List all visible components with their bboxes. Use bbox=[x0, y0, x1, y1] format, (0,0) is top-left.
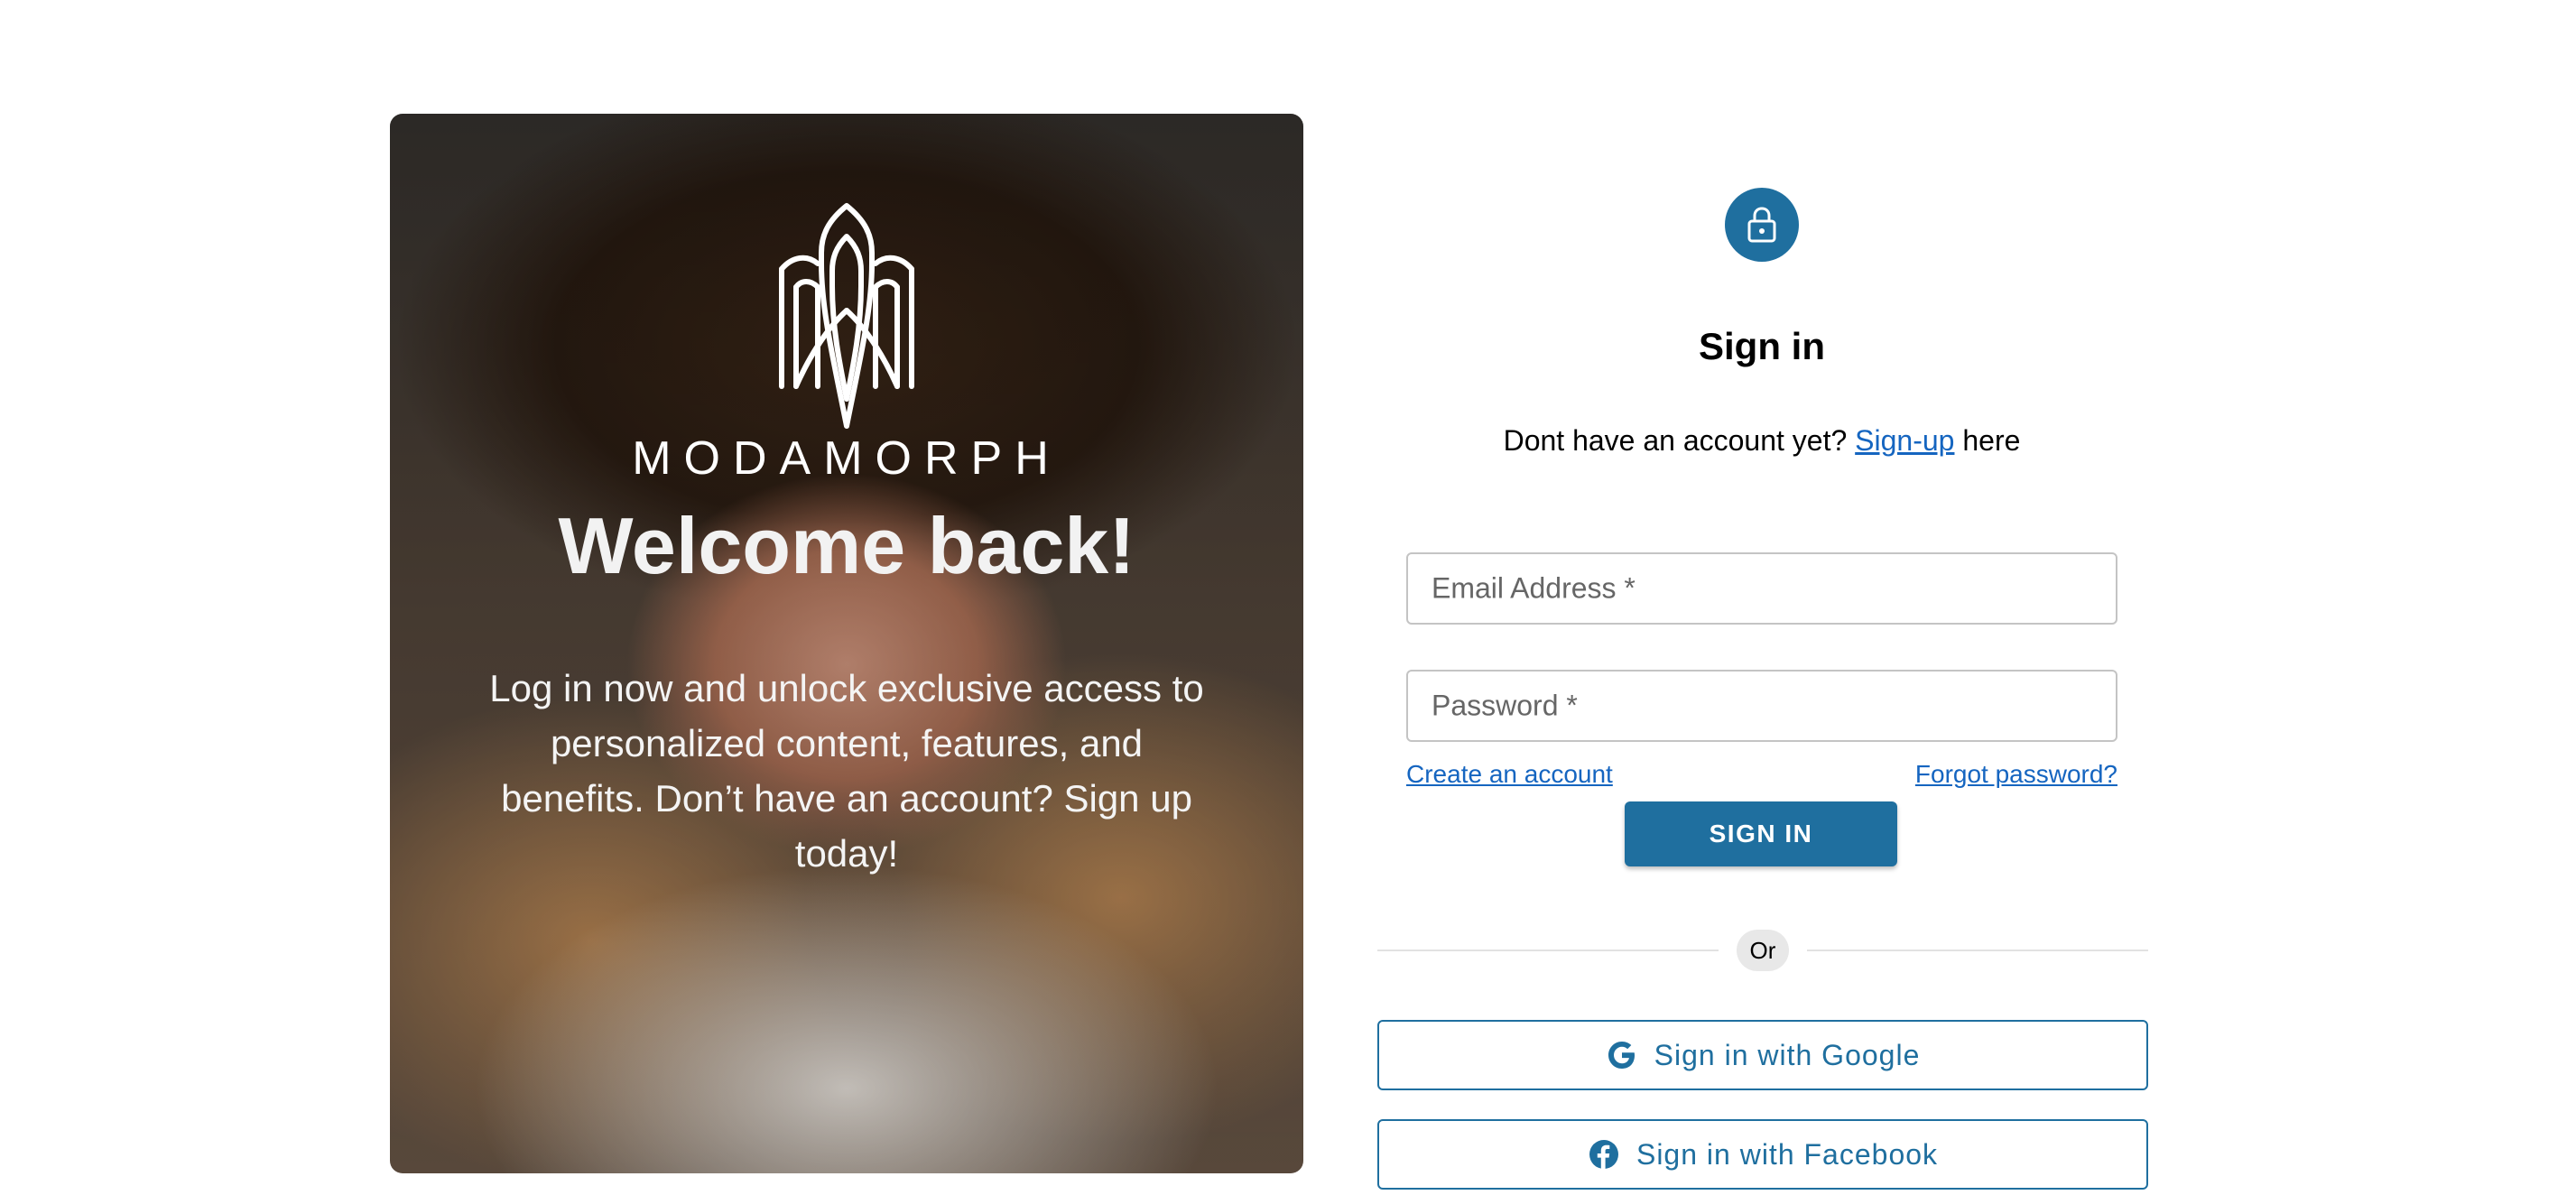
google-signin-button[interactable]: Sign in with Google bbox=[1377, 1020, 2148, 1090]
hero-title: Welcome back! bbox=[558, 501, 1135, 590]
brand-wordmark: MODAMORPH bbox=[632, 432, 1061, 485]
modamorph-logo-icon bbox=[779, 203, 914, 429]
divider-line-left bbox=[1377, 950, 1719, 951]
hero-description: Log in now and unlock exclusive access t… bbox=[489, 667, 1204, 875]
google-icon bbox=[1606, 1039, 1638, 1071]
divider-or: Or bbox=[1737, 930, 1789, 971]
divider-line-right bbox=[1807, 950, 2148, 951]
password-field[interactable]: Password * bbox=[1406, 670, 2117, 742]
facebook-signin-button[interactable]: Sign in with Facebook bbox=[1377, 1119, 2148, 1190]
forgot-password-link[interactable]: Forgot password? bbox=[1915, 760, 2117, 789]
account-links: Create an account Forgot password? bbox=[1406, 760, 2117, 789]
email-field[interactable]: Email Address * bbox=[1406, 552, 2117, 625]
email-input[interactable] bbox=[1408, 554, 2116, 623]
signup-prompt-prefix: Dont have an account yet? bbox=[1503, 424, 1848, 457]
page-title: Sign in bbox=[1699, 325, 1825, 367]
hero-card: MODAMORPH Welcome back! Log in now and u… bbox=[390, 114, 1303, 1173]
lock-icon bbox=[1747, 207, 1776, 243]
signup-link[interactable]: Sign-up bbox=[1855, 424, 1954, 457]
lock-avatar bbox=[1725, 188, 1799, 262]
sign-in-button[interactable]: SIGN IN bbox=[1625, 801, 1897, 866]
password-input[interactable] bbox=[1408, 672, 2116, 740]
google-signin-label: Sign in with Google bbox=[1654, 1038, 1921, 1071]
facebook-icon bbox=[1588, 1138, 1620, 1171]
signup-prompt-suffix: here bbox=[1962, 424, 2021, 457]
facebook-signin-label: Sign in with Facebook bbox=[1635, 1137, 1939, 1171]
signup-prompt: Dont have an account yet? Sign-up here bbox=[1354, 424, 2170, 458]
create-account-link[interactable]: Create an account bbox=[1406, 760, 1613, 789]
